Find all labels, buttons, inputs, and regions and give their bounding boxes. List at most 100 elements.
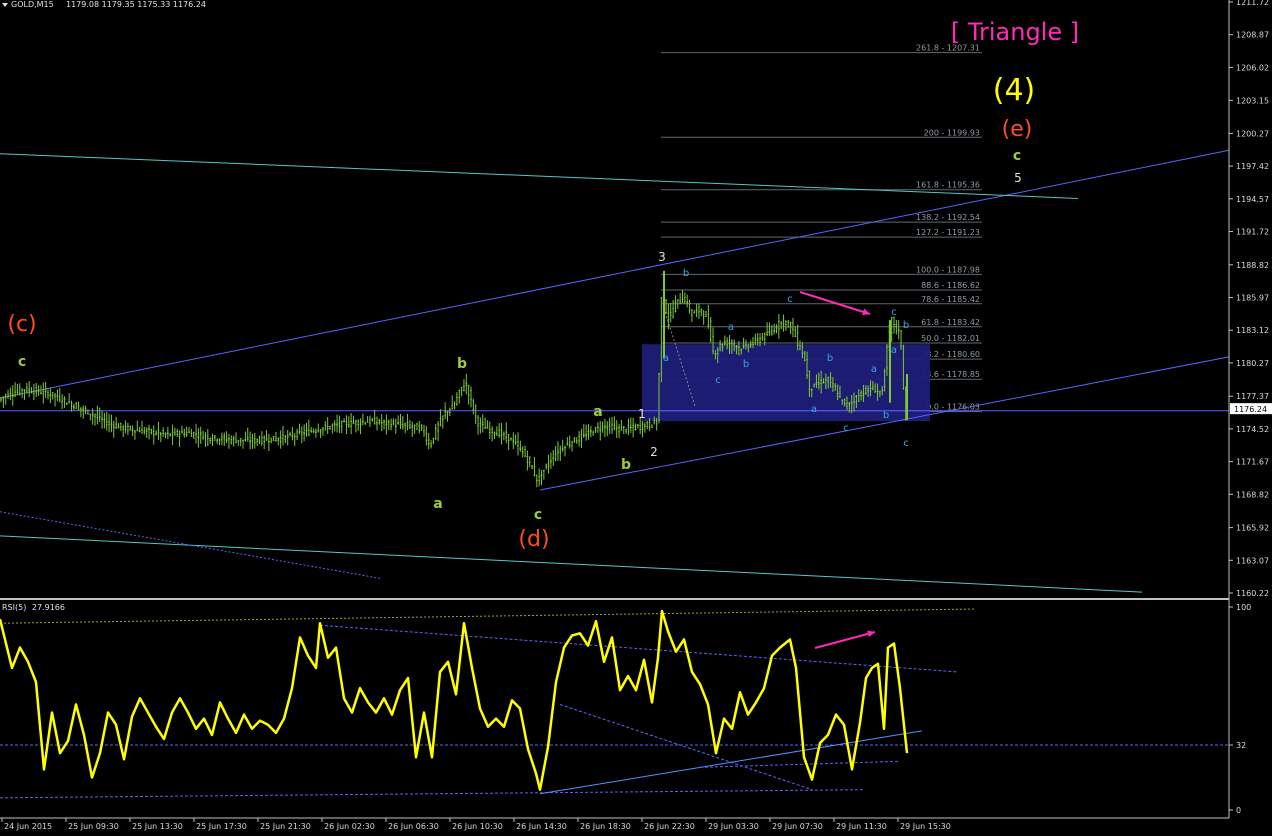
ohlc-values: 1179.08 1179.35 1175.33 1176.24 bbox=[66, 0, 206, 9]
wave-d-paren-label: (d) bbox=[518, 527, 549, 552]
sub-wave-label: a bbox=[871, 364, 877, 375]
wave-c-upper-label: c bbox=[1013, 148, 1021, 164]
rsi-support-line bbox=[539, 730, 923, 795]
sub-wave-label: c bbox=[903, 438, 909, 449]
time-tick-label: 26 Jun 10:30 bbox=[452, 822, 503, 831]
sub-wave-label: c bbox=[715, 375, 721, 386]
fib-label: 50.0 - 1182.01 bbox=[921, 334, 980, 343]
fib-label: 127.2 - 1191.23 bbox=[916, 228, 980, 237]
price-tick-label: 1185.97 bbox=[1236, 294, 1269, 303]
price-tick-label: 1203.15 bbox=[1236, 96, 1269, 105]
price-tick-label: 1208.87 bbox=[1236, 31, 1269, 40]
price-tick-label: 1197.42 bbox=[1236, 162, 1269, 171]
time-axis[interactable]: 24 Jun 2015 25 Jun 09:30 25 Jun 13:30 25 Ju… bbox=[0, 817, 1229, 831]
price-divergence-arrow-head bbox=[862, 308, 870, 316]
wave-a-small-label: a bbox=[593, 404, 602, 420]
time-tick-label: 25 Jun 17:30 bbox=[196, 822, 247, 831]
price-tick-label: 1188.82 bbox=[1236, 261, 1269, 270]
price-tick-label: 1171.67 bbox=[1236, 458, 1269, 467]
symbol-title: GOLD,M15 bbox=[11, 0, 54, 9]
rsi-trend-lines bbox=[0, 608, 1229, 799]
time-tick-label: 26 Jun 02:30 bbox=[324, 822, 375, 831]
time-tick-label: 29 Jun 07:30 bbox=[772, 822, 823, 831]
wave-2-label: 2 bbox=[650, 445, 658, 459]
price-axis[interactable]: 1211.72 1208.87 1206.02 1203.15 1200.27 1197.… bbox=[1228, 0, 1272, 818]
price-tick-label: 1163.07 bbox=[1236, 556, 1269, 565]
fib-label: 78.6 - 1185.42 bbox=[921, 295, 980, 304]
sub-wave-label: a bbox=[663, 353, 669, 364]
current-price-label: 1176.24 bbox=[1234, 405, 1267, 414]
upper-trend-line bbox=[0, 153, 1079, 199]
time-tick-label: 29 Jun 03:30 bbox=[708, 822, 759, 831]
rsi-diagonal-guide bbox=[559, 703, 813, 791]
fib-label: 138.2 - 1192.54 bbox=[916, 213, 980, 222]
sub-wave-label: c bbox=[843, 423, 849, 434]
rsi-tick-label: 32 bbox=[1236, 741, 1246, 750]
wave-e-label: (e) bbox=[1002, 117, 1033, 142]
lower-trend-line bbox=[0, 535, 1143, 593]
price-tick-label: 1183.12 bbox=[1236, 326, 1269, 335]
price-tick-label: 1180.27 bbox=[1236, 359, 1269, 368]
wave-c-paren-label: (c) bbox=[7, 312, 36, 337]
price-tick-label: 1174.52 bbox=[1236, 425, 1269, 434]
rsi-top-guide bbox=[0, 608, 976, 624]
wave-b-mid-label: b bbox=[457, 356, 467, 372]
wave-a-mid-label: a bbox=[433, 496, 442, 512]
fib-label: 200 - 1199.93 bbox=[924, 128, 980, 137]
fib-label: 88.6 - 1186.62 bbox=[921, 281, 980, 290]
price-tick-label: 1194.57 bbox=[1236, 195, 1269, 204]
chart-canvas[interactable]: GOLD,M15 1179.08 1179.35 1175.33 1176.24… bbox=[0, 0, 1272, 836]
wave-4-label: (4) bbox=[993, 73, 1036, 108]
time-tick-label: 25 Jun 09:30 bbox=[68, 822, 119, 831]
rsi-current-value: 27.9166 bbox=[32, 603, 65, 612]
rsi-pane[interactable]: RSI(5) 27.9166 bbox=[0, 603, 1229, 799]
price-tick-label: 1168.82 bbox=[1236, 490, 1269, 499]
rsi-tick-label: 0 bbox=[1236, 806, 1241, 815]
dotted-trend-line bbox=[0, 511, 381, 579]
rsi-polyline bbox=[0, 609, 909, 791]
sub-wave-label: a bbox=[728, 322, 734, 333]
fib-label: 161.8 - 1195.36 bbox=[916, 181, 980, 190]
wave-5-label: 5 bbox=[1014, 171, 1022, 185]
pane-divider[interactable] bbox=[0, 598, 1229, 600]
sub-wave-label: a bbox=[891, 345, 897, 356]
time-tick-label: 26 Jun 18:30 bbox=[580, 822, 631, 831]
wave-3-label: 3 bbox=[658, 250, 666, 264]
price-tick-label: 1160.22 bbox=[1236, 589, 1269, 598]
upper-channel-line bbox=[0, 149, 1230, 399]
sub-wave-label: c bbox=[787, 294, 793, 305]
time-tick-label: 25 Jun 13:30 bbox=[132, 822, 183, 831]
time-tick-label: 24 Jun 2015 bbox=[4, 822, 52, 831]
dropdown-triangle-icon[interactable] bbox=[2, 3, 8, 7]
sub-wave-label: c bbox=[891, 307, 897, 318]
time-tick-label: 29 Jun 11:30 bbox=[836, 822, 887, 831]
rsi-descending-guide bbox=[319, 624, 959, 673]
rsi-label: RSI(5) 27.9166 bbox=[2, 603, 65, 612]
price-tick-label: 1165.92 bbox=[1236, 524, 1269, 533]
triangle-label: [ Triangle ] bbox=[951, 18, 1079, 46]
time-tick-label: 26 Jun 06:30 bbox=[388, 822, 439, 831]
trend-lines bbox=[0, 149, 1230, 593]
rsi-indicator-name: RSI(5) bbox=[2, 603, 26, 612]
sub-wave-label: b bbox=[827, 353, 833, 364]
price-tick-label: 1177.37 bbox=[1236, 392, 1269, 401]
sub-wave-label: b bbox=[743, 359, 749, 370]
price-divergence-arrow bbox=[799, 291, 871, 315]
rsi-divergence-arrow bbox=[814, 631, 876, 649]
price-tick-label: 1211.72 bbox=[1236, 0, 1269, 7]
time-tick-label: 26 Jun 14:30 bbox=[516, 822, 567, 831]
wave-b-small-label: b bbox=[621, 457, 631, 473]
price-pane[interactable]: 261.8 - 1207.31200 - 1199.93161.8 - 1195… bbox=[0, 18, 1230, 649]
wave-c-left-label: c bbox=[18, 354, 26, 370]
sub-wave-label: b bbox=[883, 410, 889, 421]
window-header: GOLD,M15 1179.08 1179.35 1175.33 1176.24 bbox=[2, 0, 206, 9]
wave-1-label: 1 bbox=[638, 407, 646, 421]
rsi-tick-label: 100 bbox=[1236, 603, 1251, 612]
fib-label: 100.0 - 1187.98 bbox=[916, 265, 980, 274]
wave-labels: [ Triangle ](4)(e)c5(c)c bac(d)ab123abcab… bbox=[7, 18, 1079, 552]
sub-wave-label: b bbox=[903, 320, 909, 331]
sub-wave-label: b bbox=[683, 268, 689, 279]
time-tick-label: 29 Jun 15:30 bbox=[900, 822, 951, 831]
time-tick-label: 26 Jun 22:30 bbox=[644, 822, 695, 831]
price-tick-label: 1200.27 bbox=[1236, 129, 1269, 138]
